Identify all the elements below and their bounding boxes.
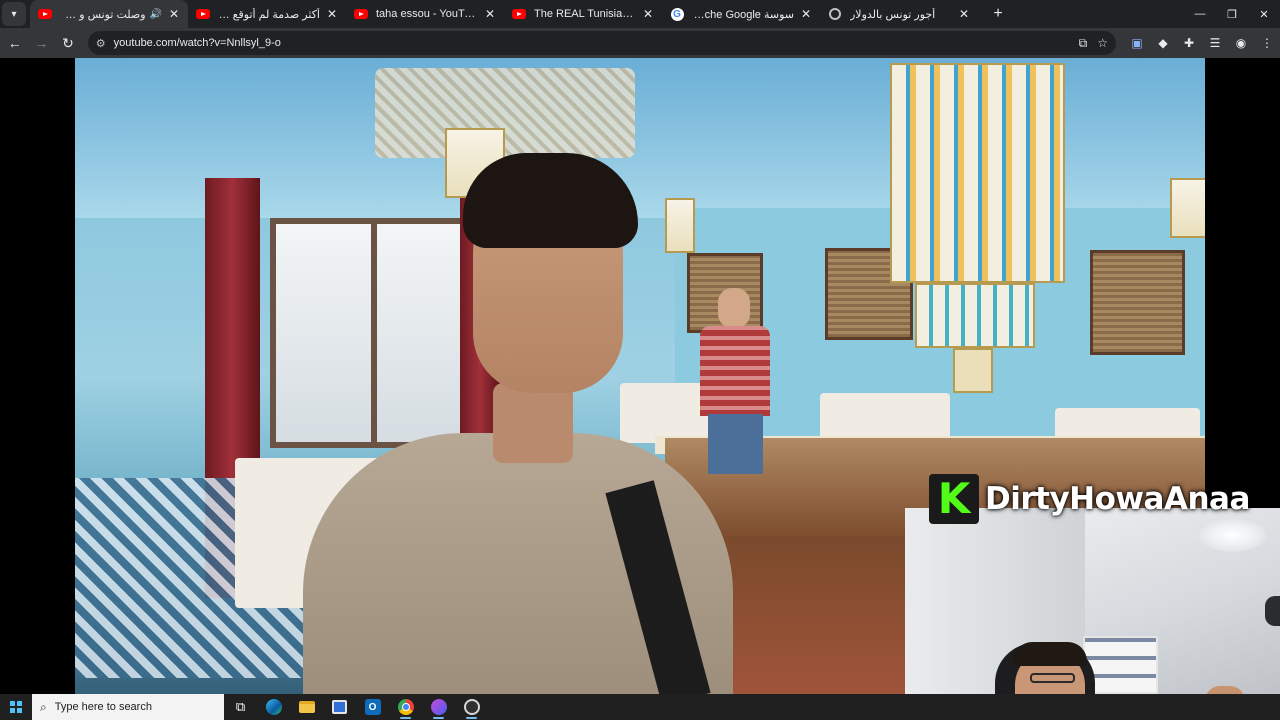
tab-title: taha essou - YouTube: [376, 8, 478, 20]
chandelier: [1170, 178, 1205, 238]
speaker-icon[interactable]: 🔊: [150, 9, 162, 20]
chrome-icon[interactable]: [389, 694, 422, 720]
window-controls: — ❐ ✕: [1184, 0, 1280, 28]
youtube-icon: [38, 7, 52, 21]
chandelier: [953, 348, 993, 393]
back-button[interactable]: ←: [3, 31, 27, 55]
browser-toolbar: ← → ↻ ⚙ youtube.com/watch?v=Nnllsyl_9-o …: [0, 28, 1280, 58]
profile-avatar-icon[interactable]: ◉: [1228, 31, 1254, 55]
tab-6[interactable]: أجور تونس بالدولار ✕: [820, 0, 978, 28]
taskbar-search[interactable]: ⌕ Type here to search: [32, 694, 224, 720]
file-explorer-icon[interactable]: [290, 694, 323, 720]
google-icon: G: [670, 7, 684, 21]
youtube-icon: [196, 7, 210, 21]
new-tab-button[interactable]: +: [986, 2, 1010, 26]
tab-title: سوسة her - Recherche Google: [692, 8, 794, 21]
arrow-left-icon: ←: [7, 35, 22, 51]
vlogger: [303, 153, 733, 694]
streamer-hand: [1205, 686, 1245, 694]
search-icon: ⌕: [40, 699, 47, 714]
chandelier: [915, 283, 1035, 348]
site-info-icon[interactable]: ⚙: [96, 37, 106, 50]
chandelier: [890, 63, 1065, 283]
outlook-icon[interactable]: O: [356, 694, 389, 720]
close-icon[interactable]: ✕: [640, 6, 656, 22]
kick-logo-icon: K: [929, 474, 979, 524]
close-icon[interactable]: ✕: [798, 6, 814, 22]
video-player[interactable]: K DirtyHowaAnaa: [0, 58, 1280, 694]
windows-logo-icon: [10, 701, 22, 713]
address-bar[interactable]: ⚙ youtube.com/watch?v=Nnllsyl_9-o ⧉ ☆: [87, 31, 1117, 55]
discord-icon[interactable]: [422, 694, 455, 720]
streamer-name: DirtyHowaAnaa: [985, 481, 1250, 517]
edge-icon[interactable]: [257, 694, 290, 720]
close-icon[interactable]: ✕: [482, 6, 498, 22]
tab-title: وصلت تونس و ما توقعتش يه: [60, 8, 146, 21]
task-view-icon[interactable]: ⧉: [224, 694, 257, 720]
tab-title: The REAL Tunisia! SOUSSE, Wh: [534, 8, 636, 20]
minimize-button[interactable]: —: [1184, 0, 1216, 28]
puzzle-extensions-icon[interactable]: ✚: [1176, 31, 1202, 55]
obs-icon[interactable]: [455, 694, 488, 720]
youtube-icon: [354, 7, 368, 21]
streamer-badge: K DirtyHowaAnaa: [929, 474, 1250, 524]
close-icon[interactable]: ✕: [956, 6, 972, 22]
close-icon[interactable]: ✕: [324, 6, 340, 22]
forward-button[interactable]: →: [30, 31, 54, 55]
globe-icon: [828, 7, 842, 21]
wall-frame: [1090, 250, 1185, 355]
tab-strip: ▾ وصلت تونس و ما توقعتش يه 🔊 ✕ أكثر صدمة…: [0, 0, 1280, 28]
close-window-button[interactable]: ✕: [1248, 0, 1280, 28]
arrow-right-icon: →: [34, 35, 49, 51]
extension-icon[interactable]: ◆: [1150, 31, 1176, 55]
tab-2[interactable]: أكثر صدمة لم أتوقع أن هذا في ال ✕: [188, 0, 346, 28]
ceiling-ornament: [375, 68, 635, 158]
tab-3[interactable]: taha essou - YouTube ✕: [346, 0, 504, 28]
microsoft-store-icon[interactable]: [323, 694, 356, 720]
tab-title: أجور تونس بالدولار: [850, 8, 936, 21]
reload-button[interactable]: ↻: [56, 31, 80, 55]
tab-5[interactable]: G سوسة her - Recherche Google ✕: [662, 0, 820, 28]
tab-1[interactable]: وصلت تونس و ما توقعتش يه 🔊 ✕: [30, 0, 188, 28]
translate-extension-icon[interactable]: ▣: [1124, 31, 1150, 55]
search-placeholder: Type here to search: [54, 701, 152, 713]
tab-search-button[interactable]: ▾: [2, 2, 26, 26]
url-text[interactable]: youtube.com/watch?v=Nnllsyl_9-o: [114, 37, 1069, 49]
more-menu-icon[interactable]: ⋮: [1254, 31, 1280, 55]
reload-icon: ↻: [62, 34, 74, 51]
reading-list-icon[interactable]: ☰: [1202, 31, 1228, 55]
plus-icon: +: [993, 5, 1003, 22]
restore-button[interactable]: ❐: [1216, 0, 1248, 28]
webcam-overlay: [905, 508, 1280, 694]
screen: ▾ وصلت تونس و ما توقعتش يه 🔊 ✕ أكثر صدمة…: [0, 0, 1280, 720]
chevron-down-icon: ▾: [11, 8, 17, 20]
install-app-icon[interactable]: ⧉: [1079, 36, 1088, 51]
close-icon[interactable]: ✕: [166, 6, 182, 22]
extensions-area: ▣ ◆ ✚ ☰ ◉ ⋮: [1124, 31, 1280, 55]
tab-4[interactable]: The REAL Tunisia! SOUSSE, Wh ✕: [504, 0, 662, 28]
bookmark-star-icon[interactable]: ☆: [1097, 36, 1108, 50]
windows-taskbar: ⌕ Type here to search ⧉ O: [0, 694, 1280, 720]
start-button[interactable]: [0, 694, 32, 720]
youtube-icon: [512, 7, 526, 21]
tab-title: أكثر صدمة لم أتوقع أن هذا في ال: [218, 8, 320, 21]
